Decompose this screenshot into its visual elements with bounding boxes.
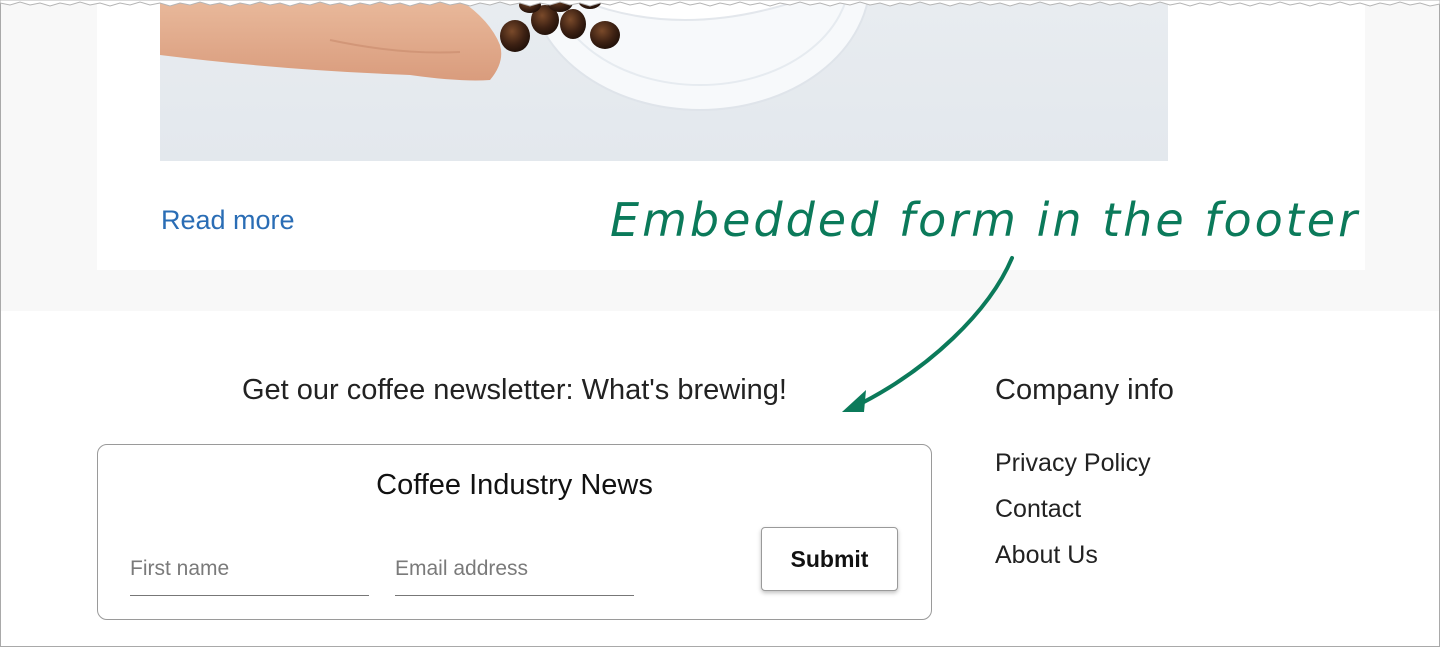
annotation-label: Embedded form in the footer xyxy=(610,193,1360,247)
post-image xyxy=(160,0,1168,161)
torn-edge xyxy=(0,0,1440,7)
newsletter-form: Coffee Industry News Submit xyxy=(97,444,932,620)
email-field[interactable] xyxy=(395,543,634,596)
privacy-policy-link[interactable]: Privacy Policy xyxy=(995,446,1151,492)
contact-link[interactable]: Contact xyxy=(995,492,1151,538)
submit-button[interactable]: Submit xyxy=(761,527,898,591)
newsletter-heading: Get our coffee newsletter: What's brewin… xyxy=(242,374,787,406)
read-more-link[interactable]: Read more xyxy=(161,205,295,236)
company-info-heading: Company info xyxy=(995,374,1174,406)
first-name-field[interactable] xyxy=(130,543,369,596)
form-title: Coffee Industry News xyxy=(376,469,653,501)
coffee-cup-photo xyxy=(160,0,869,111)
about-us-link[interactable]: About Us xyxy=(995,538,1151,584)
company-links-list: Privacy Policy Contact About Us xyxy=(995,446,1151,584)
